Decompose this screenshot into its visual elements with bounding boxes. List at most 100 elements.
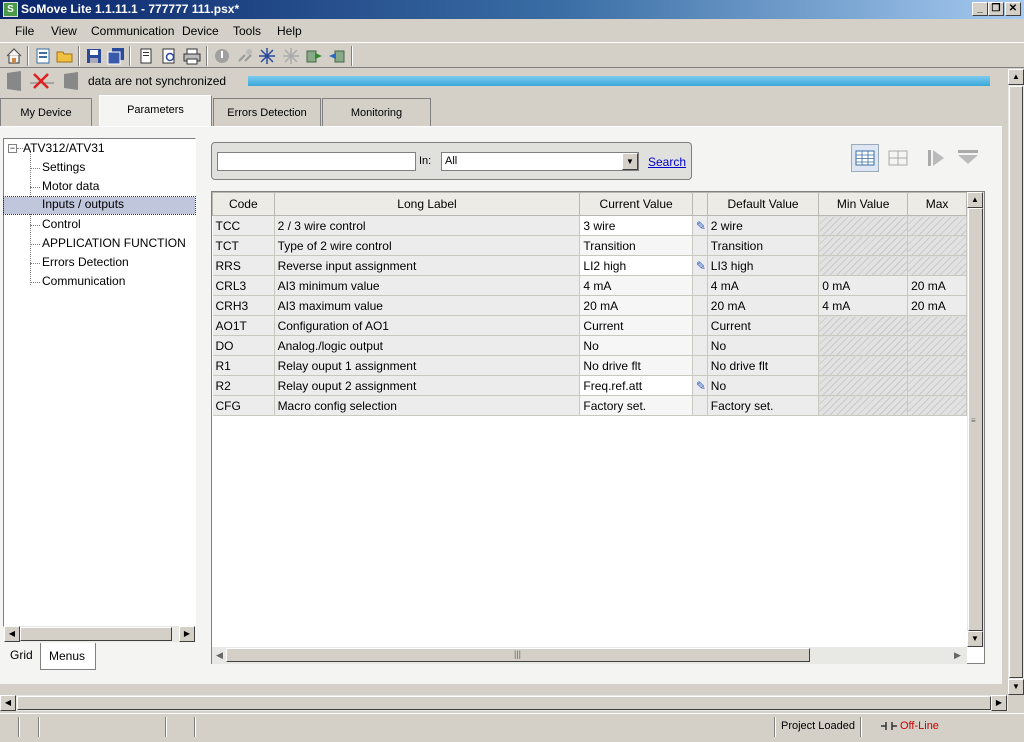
cell-min-value: [818, 395, 909, 416]
tree-item-application-function[interactable]: APPLICATION FUNCTION: [42, 236, 186, 250]
cell-current-value[interactable]: Transition: [579, 235, 693, 256]
scan-network-icon[interactable]: [282, 47, 300, 65]
tree-horizontal-scrollbar[interactable]: ◀ ▶: [4, 626, 195, 642]
scroll-left-icon[interactable]: ◀: [4, 626, 20, 642]
scroll-right-icon[interactable]: ▶: [954, 650, 961, 661]
connect-icon[interactable]: [258, 47, 276, 65]
grid-horizontal-scrollbar[interactable]: ◀ ||| ▶: [212, 647, 967, 664]
scroll-down-icon[interactable]: ▼: [1008, 679, 1024, 695]
new-file-icon[interactable]: [34, 47, 52, 65]
cell-edit-marker: ✎: [692, 215, 708, 236]
sync-status-text: data are not synchronized: [88, 74, 227, 88]
window-vertical-scrollbar[interactable]: ▲ ▼: [1008, 69, 1024, 695]
menu-device[interactable]: Device: [182, 24, 219, 38]
cell-long-label: AI3 maximum value: [274, 295, 581, 316]
search-button[interactable]: Search: [648, 155, 686, 169]
tree-item-control[interactable]: Control: [42, 217, 81, 231]
tree-item-communication[interactable]: Communication: [42, 274, 125, 288]
menu-file[interactable]: File: [15, 24, 34, 38]
table-row[interactable]: AO1T Configuration of AO1 Current Current: [212, 315, 967, 336]
tree-collapse-toggle[interactable]: −: [8, 144, 17, 153]
tree-item-inputs-outputs[interactable]: Inputs / outputs: [3, 196, 196, 215]
disconnect-icon[interactable]: [236, 47, 254, 65]
tree-item-settings[interactable]: Settings: [42, 160, 85, 174]
restore-button[interactable]: ❐: [988, 2, 1004, 16]
chevron-down-icon[interactable]: ▼: [622, 153, 638, 170]
table-row[interactable]: R2 Relay ouput 2 assignment Freq.ref.att ✎ N…: [212, 375, 967, 396]
cell-edit-marker: ✎: [692, 255, 708, 276]
scroll-thumb[interactable]: [17, 696, 991, 710]
grid-view-icon[interactable]: [851, 144, 879, 172]
scroll-thumb[interactable]: [1009, 86, 1023, 678]
tab-grid[interactable]: Grid: [6, 646, 40, 668]
play-icon[interactable]: [924, 144, 948, 172]
scroll-left-icon[interactable]: ◀: [216, 650, 223, 661]
tree-root-atv312[interactable]: ATV312/ATV31: [23, 141, 105, 155]
tab-errors-detection[interactable]: Errors Detection: [213, 98, 321, 128]
connection-status: Off-Line: [900, 720, 939, 732]
open-folder-icon[interactable]: [56, 47, 74, 65]
grid-vertical-scrollbar[interactable]: ▲ ≡ ▼: [967, 192, 984, 647]
window-horizontal-scrollbar[interactable]: ◀ ▶: [0, 695, 1008, 711]
in-select[interactable]: All: [441, 152, 639, 171]
print-icon[interactable]: [183, 47, 201, 65]
column-header-code[interactable]: Code: [212, 192, 275, 216]
table-row[interactable]: CRL3 AI3 minimum value 4 mA 4 mA 0 mA 20 mA: [212, 275, 967, 296]
column-header-long-label[interactable]: Long Label: [273, 192, 581, 216]
table-row[interactable]: TCT Type of 2 wire control Transition Trans…: [212, 235, 967, 256]
save-icon[interactable]: [85, 47, 103, 65]
collapse-icon[interactable]: [955, 144, 981, 172]
column-header-max-value[interactable]: Max: [907, 192, 967, 216]
cell-current-value[interactable]: Current: [579, 315, 693, 336]
column-header-default-value[interactable]: Default Value: [706, 192, 820, 216]
tree-item-motor-data[interactable]: Motor data: [42, 179, 99, 193]
pc-icon: [63, 71, 79, 91]
table-row[interactable]: R1 Relay ouput 1 assignment No drive flt No…: [212, 355, 967, 376]
scroll-up-icon[interactable]: ▲: [967, 192, 983, 208]
scroll-down-icon[interactable]: ▼: [967, 631, 983, 647]
scroll-right-icon[interactable]: ▶: [179, 626, 195, 642]
tree-item-errors-detection[interactable]: Errors Detection: [42, 255, 129, 269]
stop-icon[interactable]: [213, 47, 231, 65]
search-input[interactable]: [217, 152, 416, 171]
cell-current-value[interactable]: No: [579, 335, 693, 356]
table-row[interactable]: CRH3 AI3 maximum value 20 mA 20 mA 4 mA 20 mA: [212, 295, 967, 316]
cell-default-value: Transition: [707, 235, 820, 256]
table-row[interactable]: DO Analog./logic output No No: [212, 335, 967, 356]
cell-current-value[interactable]: No drive flt: [579, 355, 693, 376]
menu-communication[interactable]: Communication: [91, 24, 174, 38]
download-from-device-icon[interactable]: [328, 47, 346, 65]
cell-code: CRL3: [212, 275, 275, 296]
home-icon[interactable]: [5, 47, 23, 65]
cell-current-value[interactable]: 20 mA: [579, 295, 693, 316]
tile-view-icon[interactable]: [884, 144, 912, 172]
close-button[interactable]: ✕: [1005, 2, 1021, 16]
cell-current-value[interactable]: LI2 high: [579, 255, 693, 276]
cell-current-value[interactable]: 3 wire: [579, 215, 693, 236]
tab-menus[interactable]: Menus: [40, 643, 96, 670]
tab-parameters[interactable]: Parameters: [99, 95, 212, 127]
menu-tools[interactable]: Tools: [233, 24, 261, 38]
tab-my-device[interactable]: My Device: [0, 98, 92, 128]
scroll-left-icon[interactable]: ◀: [0, 695, 16, 711]
scroll-thumb[interactable]: [20, 627, 172, 641]
column-header-min-value[interactable]: Min Value: [818, 192, 909, 216]
table-row[interactable]: CFG Macro config selection Factory set. Fac…: [212, 395, 967, 416]
cell-current-value[interactable]: Freq.ref.att: [579, 375, 693, 396]
cell-current-value[interactable]: 4 mA: [579, 275, 693, 296]
table-row[interactable]: RRS Reverse input assignment LI2 high ✎ LI3 …: [212, 255, 967, 276]
column-header-current-value[interactable]: Current Value: [579, 192, 693, 216]
minimize-button[interactable]: _: [972, 2, 988, 16]
scroll-right-icon[interactable]: ▶: [991, 695, 1007, 711]
document-icon[interactable]: [137, 47, 155, 65]
pencil-icon: ✎: [695, 218, 706, 233]
menu-help[interactable]: Help: [277, 24, 302, 38]
print-preview-icon[interactable]: [160, 47, 178, 65]
cell-current-value[interactable]: Factory set.: [579, 395, 693, 416]
upload-to-device-icon[interactable]: [305, 47, 323, 65]
scroll-up-icon[interactable]: ▲: [1008, 69, 1024, 85]
table-row[interactable]: TCC 2 / 3 wire control 3 wire ✎ 2 wire: [212, 215, 967, 236]
menu-view[interactable]: View: [51, 24, 77, 38]
tab-monitoring[interactable]: Monitoring: [322, 98, 431, 128]
save-all-icon[interactable]: [107, 47, 125, 65]
